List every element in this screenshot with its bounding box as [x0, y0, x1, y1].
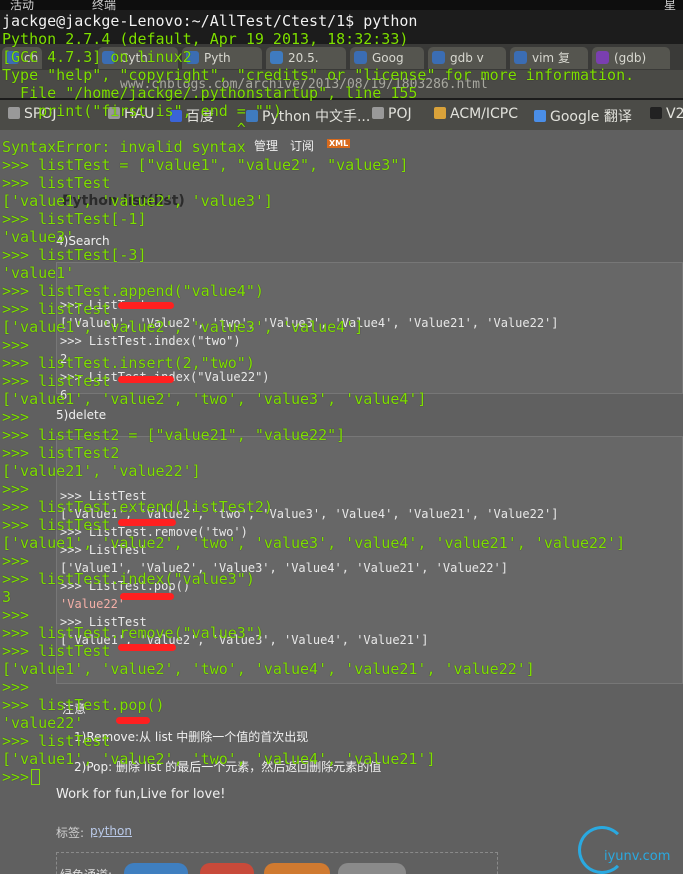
terminal-line: ['value1', 'value2', 'two', 'value4', 'v… — [2, 750, 436, 768]
terminal-line: 3 — [2, 588, 12, 606]
terminal-line: >>> listTest — [2, 642, 111, 660]
terminal-line: print("first is", end = "") — [2, 102, 282, 120]
terminal-line: 'value22' — [2, 714, 84, 732]
terminal-line: >>> listTest.append("value4") — [2, 282, 264, 300]
terminal-line: >>> listTest[-1] — [2, 210, 147, 228]
terminal-line: ^ — [2, 120, 246, 138]
terminal-line: [GCC 4.7.3] on linux2 — [2, 48, 192, 66]
terminal-line: >>> — [2, 678, 30, 696]
terminal-line: >>> — [2, 606, 30, 624]
terminal-line: >>> listTest.pop() — [2, 696, 165, 714]
terminal-line: >>> listTest.insert(2,"two") — [2, 354, 255, 372]
terminal-line: >>> listTest — [2, 174, 111, 192]
terminal-line: >>> listTest.index("value3") — [2, 570, 255, 588]
terminal-window[interactable]: jackge@jackge-Lenovo:~/AllTest/Ctest/1$ … — [0, 0, 683, 874]
terminal-line: >>> listTest2 — [2, 444, 120, 462]
terminal-line: >>> — [2, 552, 30, 570]
terminal-line: >>> listTest.extend(listTest2) — [2, 498, 273, 516]
terminal-line: ['value21', 'value22'] — [2, 462, 201, 480]
terminal-line: >>> listTest.remove("value3") — [2, 624, 264, 642]
terminal-line: Type "help", "copyright", "credits" or "… — [2, 66, 635, 84]
terminal-line: >>> listTest[-3] — [2, 246, 147, 264]
terminal-line: >>> listTest = ["value1", "value2", "val… — [2, 156, 409, 174]
terminal-line: >>> listTest2 = ["value21", "value22"] — [2, 426, 346, 444]
terminal-line: ['value1', 'value2', 'two', 'value4', 'v… — [2, 660, 535, 678]
terminal-line: ['value1', 'value2', 'two', 'value3', 'v… — [2, 534, 626, 552]
terminal-line: 'value3' — [2, 228, 75, 246]
terminal-line: >>> — [2, 336, 30, 354]
terminal-line: File "/home/jackge/.pythonstartup", line… — [2, 84, 418, 102]
terminal-line: >>> listTest — [2, 516, 111, 534]
terminal-line: SyntaxError: invalid syntax — [2, 138, 246, 156]
terminal-input-line[interactable]: >>> — [2, 768, 41, 786]
terminal-line: >>> — [2, 480, 30, 498]
terminal-line: 'value1' — [2, 264, 75, 282]
terminal-line: >>> listTest — [2, 732, 111, 750]
terminal-line: ['value1', 'value2', 'two', 'value3', 'v… — [2, 390, 427, 408]
text-cursor — [31, 769, 41, 785]
terminal-line: ['value1', 'value2', 'value3', 'value4'] — [2, 318, 364, 336]
terminal-line: >>> listTest — [2, 372, 111, 390]
terminal-line: ['value1', 'value2', 'value3'] — [2, 192, 273, 210]
python-prompt: >>> — [2, 768, 30, 786]
shell-prompt-line: jackge@jackge-Lenovo:~/AllTest/Ctest/1$ … — [2, 12, 418, 30]
terminal-line: >>> listTest — [2, 300, 111, 318]
terminal-line: Python 2.7.4 (default, Apr 19 2013, 18:3… — [2, 30, 409, 48]
terminal-line: >>> — [2, 408, 30, 426]
